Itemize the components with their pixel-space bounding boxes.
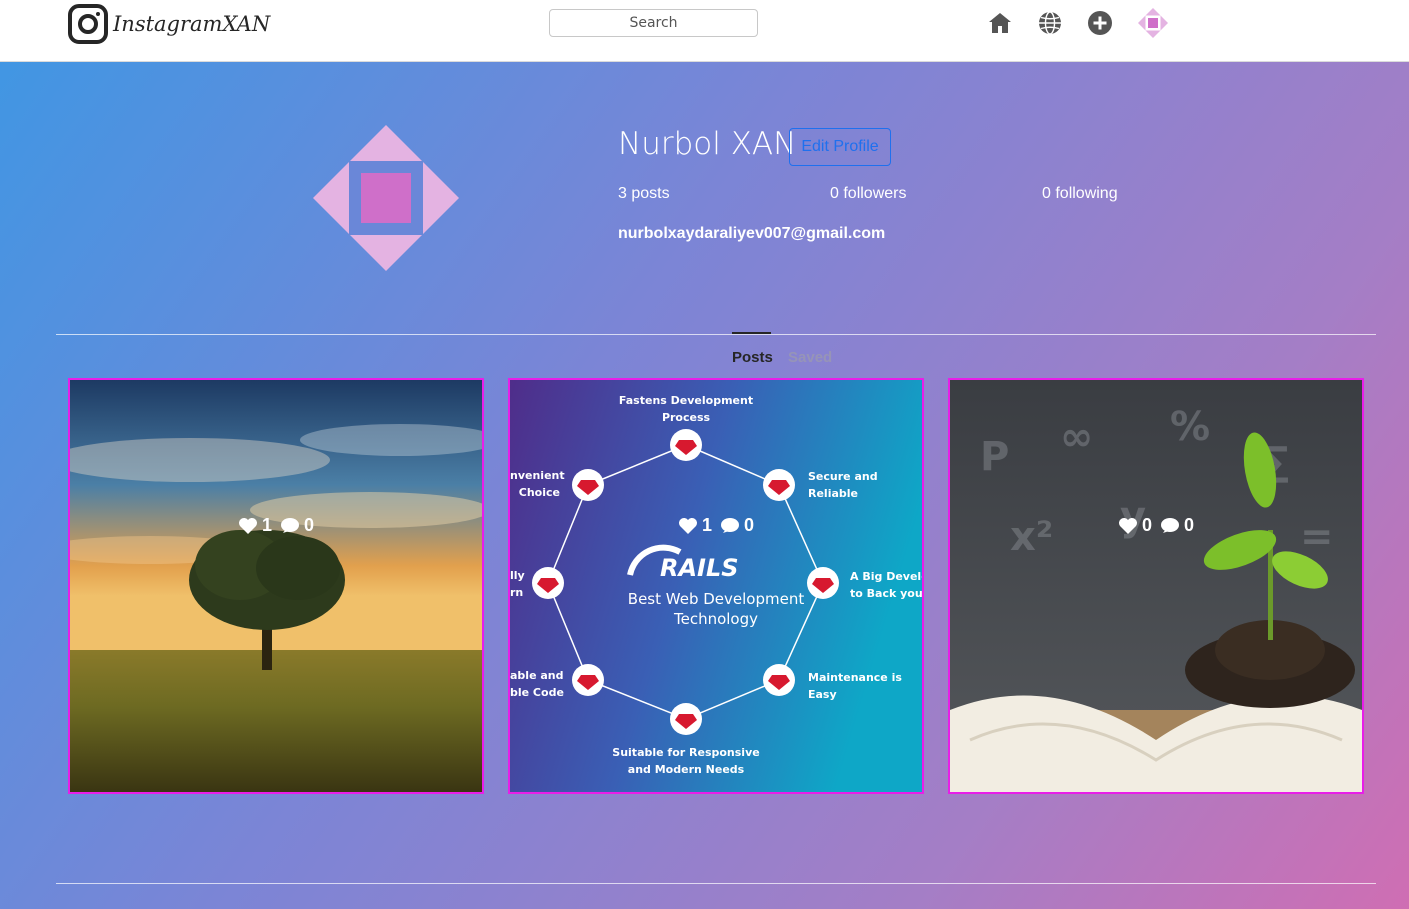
rails-subtitle-line-2: Technology: [673, 610, 759, 628]
heart-icon: [238, 517, 257, 534]
divider: [56, 334, 1376, 335]
divider: [56, 883, 1376, 884]
app-title: InstagramXAN: [113, 12, 271, 36]
comments-count: 0: [304, 515, 315, 535]
rails-node-label: A Big Develo to Back you: [850, 570, 924, 600]
svg-text:∞: ∞: [1060, 414, 1093, 460]
seedling-book-image: P ∞ % ∑ x² y =: [950, 380, 1362, 792]
nav-icons: [987, 7, 1169, 39]
rails-node-label: Maintenance is Easy: [808, 671, 902, 701]
likes-count: 0: [1141, 515, 1152, 535]
edit-profile-button[interactable]: Edit Profile: [789, 128, 891, 166]
comments-count: 0: [744, 515, 755, 535]
comments-count: 0: [1184, 515, 1195, 535]
post-card[interactable]: RAILS Best Web Development Technology Fa…: [508, 378, 924, 794]
likes-count: 1: [701, 515, 712, 535]
profile-avatar: [313, 125, 459, 271]
comment-icon: [281, 517, 299, 533]
posts-count: 3 posts: [618, 185, 670, 202]
profile-name: Nurbol XAN: [618, 126, 797, 162]
svg-text:P: P: [980, 434, 1009, 480]
globe-icon[interactable]: [1037, 10, 1063, 36]
heart-icon: [678, 517, 697, 534]
tab-posts[interactable]: Posts: [732, 349, 773, 366]
following-count[interactable]: 0 following: [1042, 185, 1118, 203]
post-stats: 1 0: [70, 515, 482, 536]
home-icon[interactable]: [987, 10, 1013, 36]
instagram-logo-icon: [68, 4, 108, 44]
profile-section: Nurbol XAN Edit Profile 3 posts 0 follow…: [0, 62, 1409, 909]
rails-title: RAILS: [660, 554, 739, 582]
profile-email: nurbolxaydaraliyev007@gmail.com: [618, 225, 886, 242]
likes-count: 1: [261, 515, 272, 535]
rails-node-label: able and ble Code: [510, 669, 564, 699]
search-input[interactable]: Search: [549, 9, 758, 37]
post-stats: 1 0: [510, 515, 922, 536]
rails-subtitle-line-1: Best Web Development: [627, 590, 805, 608]
comment-icon: [721, 517, 739, 533]
rails-node-label: Fastens Development Process: [618, 394, 754, 424]
post-card[interactable]: P ∞ % ∑ x² y = 0 0: [948, 378, 1364, 794]
active-tab-indicator: [732, 332, 771, 334]
plus-circle-icon[interactable]: [1087, 10, 1113, 36]
rails-node-label: Secure and Reliable: [808, 470, 878, 500]
rails-node-label: nvenient Choice: [510, 469, 565, 499]
post-card[interactable]: 1 0: [68, 378, 484, 794]
followers-count[interactable]: 0 followers: [830, 185, 906, 203]
post-stats: 0 0: [950, 515, 1362, 536]
rails-node-label: lly rn: [510, 569, 525, 599]
rails-node-label: Suitable for Responsive and Modern Needs: [612, 746, 760, 776]
tree-landscape-image: [70, 380, 482, 792]
avatar-icon[interactable]: [1137, 7, 1169, 39]
navbar: InstagramXAN Search: [0, 0, 1409, 62]
svg-text:%: %: [1170, 404, 1210, 450]
tab-saved[interactable]: Saved: [788, 349, 832, 366]
comment-icon: [1161, 517, 1179, 533]
logo[interactable]: InstagramXAN: [67, 3, 270, 45]
heart-icon: [1118, 517, 1137, 534]
